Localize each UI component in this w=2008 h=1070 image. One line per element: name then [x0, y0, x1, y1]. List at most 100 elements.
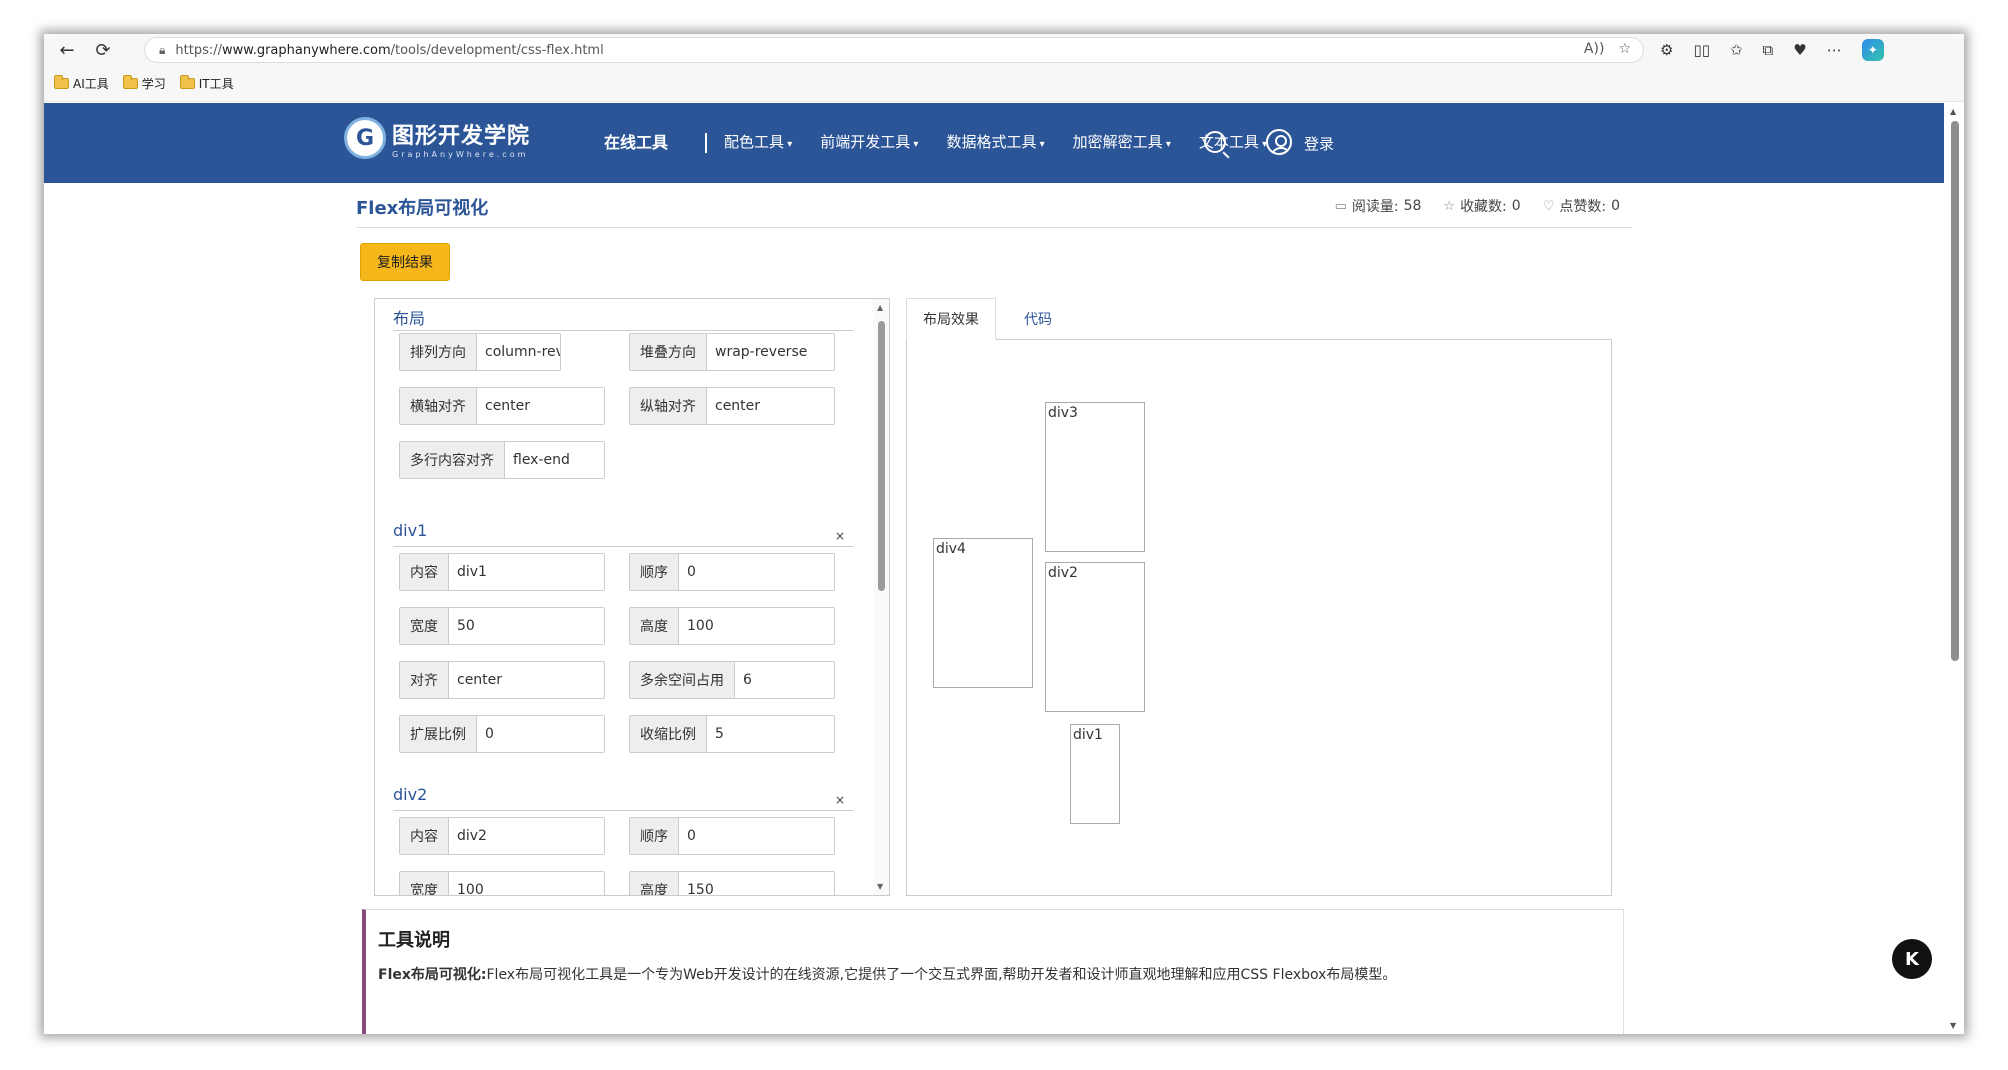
section-layout-heading: 布局 — [393, 305, 853, 331]
bookmark-label: 学习 — [141, 77, 166, 91]
folder-icon — [54, 75, 69, 89]
div1-grow-input[interactable]: 0 — [477, 716, 604, 752]
page-stats: ▭ 阅读量: 58 ☆ 收藏数: 0 ♡ 点赞数: 0 — [1335, 196, 1620, 216]
url-host: www.graphanywhere.com — [222, 42, 391, 58]
align-content-select[interactable]: flex-end — [505, 442, 604, 478]
favorite-count[interactable]: ☆ 收藏数: 0 — [1443, 196, 1520, 216]
nav-frontend-tools[interactable]: 前端开发工具 — [820, 131, 918, 152]
div1-basis-input[interactable]: 6 — [735, 662, 834, 698]
refresh-icon[interactable]: ⟳ — [90, 37, 116, 63]
div1-width-input[interactable]: 50 — [449, 608, 604, 644]
scroll-up-icon[interactable]: ▲ — [877, 303, 883, 312]
section-div2-heading: div2 × — [393, 785, 853, 811]
wrap-select[interactable]: wrap-reverse — [707, 334, 834, 370]
description-text: Flex布局可视化:Flex布局可视化工具是一个专为Web开发设计的在线资源,它… — [378, 967, 1397, 983]
bookmark-it-tools[interactable]: IT工具 — [179, 75, 234, 92]
div1-order-field[interactable]: 顺序 0 — [629, 553, 835, 591]
div2-width-input[interactable]: 100 — [449, 872, 604, 895]
login-link[interactable]: 登录 — [1304, 133, 1334, 154]
read-count: ▭ 阅读量: 58 — [1334, 198, 1422, 215]
div1-basis-field[interactable]: 多余空间占用 6 — [629, 661, 835, 699]
bookmark-ai-tools[interactable]: AI工具 — [54, 75, 109, 92]
copy-result-button[interactable]: 复制结果 — [360, 243, 450, 281]
more-icon[interactable]: ⋯ — [1827, 41, 1842, 59]
extension-icon[interactable]: ⚙ — [1660, 41, 1673, 59]
div1-align-field[interactable]: 对齐 center — [399, 661, 605, 699]
copilot-icon[interactable]: ✦ — [1861, 39, 1884, 61]
floating-assistant-button[interactable]: K — [1892, 939, 1932, 979]
logo-title: 图形开发学院 — [392, 123, 531, 149]
description-heading: 工具说明 — [378, 930, 450, 951]
split-screen-icon[interactable]: ▯▯ — [1693, 41, 1710, 59]
div2-width-field[interactable]: 宽度 100 — [399, 871, 605, 895]
preview-box-div4: div4 — [933, 538, 1033, 688]
div2-height-input[interactable]: 150 — [679, 872, 834, 895]
justify-field[interactable]: 横轴对齐 center — [399, 387, 605, 425]
settings-scrollbar[interactable]: ▲ ▼ — [873, 299, 889, 895]
scrollbar-thumb[interactable] — [878, 321, 885, 591]
read-aloud-icon[interactable]: A)) — [1584, 41, 1605, 57]
favorite-star-icon[interactable]: ☆ — [1618, 41, 1631, 57]
heart-icon: ♡ — [1542, 198, 1555, 214]
div1-width-field[interactable]: 宽度 50 — [399, 607, 605, 645]
scroll-down-icon[interactable]: ▼ — [1950, 1021, 1956, 1030]
web-page: G 图形开发学院 GraphAnyWhere.com 在线工具 配色工具 前端开… — [44, 103, 1964, 1034]
direction-field[interactable]: 排列方向 column-reverse — [399, 333, 561, 371]
performance-icon[interactable]: ♥ — [1793, 41, 1806, 59]
nav-online-tools[interactable]: 在线工具 — [604, 129, 668, 153]
nav-color-tools[interactable]: 配色工具 — [724, 131, 792, 152]
preview-box-div3: div3 — [1045, 402, 1145, 552]
page-title: Flex布局可视化 — [356, 198, 489, 219]
div1-order-input[interactable]: 0 — [679, 554, 834, 590]
div1-shrink-input[interactable]: 5 — [707, 716, 834, 752]
div2-height-field[interactable]: 高度 150 — [629, 871, 835, 895]
div1-shrink-field[interactable]: 收缩比例 5 — [629, 715, 835, 753]
logo-subtitle: GraphAnyWhere.com — [392, 149, 529, 159]
like-count[interactable]: ♡ 点赞数: 0 — [1543, 196, 1620, 216]
tab-layout-effect[interactable]: 布局效果 — [906, 298, 996, 340]
align-content-field[interactable]: 多行内容对齐 flex-end — [399, 441, 605, 479]
page-scrollbar-thumb[interactable] — [1951, 121, 1959, 661]
align-field[interactable]: 纵轴对齐 center — [629, 387, 835, 425]
tab-code[interactable]: 代码 — [1008, 298, 1068, 340]
browser-extension-icons: ⚙ ▯▯ ✩ ⧉ ♥ ⋯ ✦ — [1660, 34, 1884, 66]
div1-content-input[interactable]: div1 — [449, 554, 604, 590]
tool-description: 工具说明 Flex布局可视化:Flex布局可视化工具是一个专为Web开发设计的在… — [362, 909, 1624, 1034]
div1-height-field[interactable]: 高度 100 — [629, 607, 835, 645]
div1-height-input[interactable]: 100 — [679, 608, 834, 644]
div2-order-field[interactable]: 顺序 0 — [629, 817, 835, 855]
book-icon: ▭ — [1334, 198, 1347, 214]
page-scrollbar[interactable]: ▲ ▼ — [1944, 103, 1964, 1034]
browser-toolbar: ← ⟳ 🔒︎ https://www.graphanywhere.com/too… — [44, 34, 1964, 66]
nav-data-format-tools[interactable]: 数据格式工具 — [946, 131, 1044, 152]
bookmark-label: AI工具 — [73, 77, 109, 91]
close-icon[interactable]: × — [835, 529, 845, 543]
folder-icon — [122, 75, 138, 89]
wrap-field[interactable]: 堆叠方向 wrap-reverse — [629, 333, 835, 371]
logo-icon: G — [344, 117, 386, 159]
align-select[interactable]: center — [707, 388, 834, 424]
settings-panel: 布局 排列方向 column-reverse 堆叠方向 wrap-reverse… — [374, 298, 890, 896]
address-bar[interactable]: 🔒︎ https://www.graphanywhere.com/tools/d… — [144, 37, 1644, 63]
scroll-up-icon[interactable]: ▲ — [1950, 107, 1956, 116]
search-icon[interactable] — [1204, 131, 1226, 153]
site-logo[interactable]: G 图形开发学院 GraphAnyWhere.com — [344, 117, 530, 159]
div1-grow-field[interactable]: 扩展比例 0 — [399, 715, 605, 753]
close-icon[interactable]: × — [835, 793, 845, 807]
justify-select[interactable]: center — [477, 388, 604, 424]
div2-content-input[interactable]: div2 — [449, 818, 604, 854]
back-icon[interactable]: ← — [54, 37, 80, 63]
scroll-down-icon[interactable]: ▼ — [877, 882, 883, 891]
div2-order-input[interactable]: 0 — [679, 818, 834, 854]
site-header: G 图形开发学院 GraphAnyWhere.com 在线工具 配色工具 前端开… — [44, 103, 1944, 183]
div1-align-select[interactable]: center — [449, 662, 604, 698]
favorites-icon[interactable]: ✩ — [1730, 41, 1743, 59]
nav-menu: 配色工具 前端开发工具 数据格式工具 加密解密工具 文本工具 — [724, 131, 1267, 152]
direction-select[interactable]: column-reverse — [477, 334, 560, 370]
collections-icon[interactable]: ⧉ — [1763, 41, 1774, 59]
div1-content-field[interactable]: 内容 div1 — [399, 553, 605, 591]
user-icon[interactable] — [1266, 129, 1292, 155]
bookmark-study[interactable]: 学习 — [122, 75, 166, 92]
div2-content-field[interactable]: 内容 div2 — [399, 817, 605, 855]
nav-crypto-tools[interactable]: 加密解密工具 — [1073, 131, 1171, 152]
